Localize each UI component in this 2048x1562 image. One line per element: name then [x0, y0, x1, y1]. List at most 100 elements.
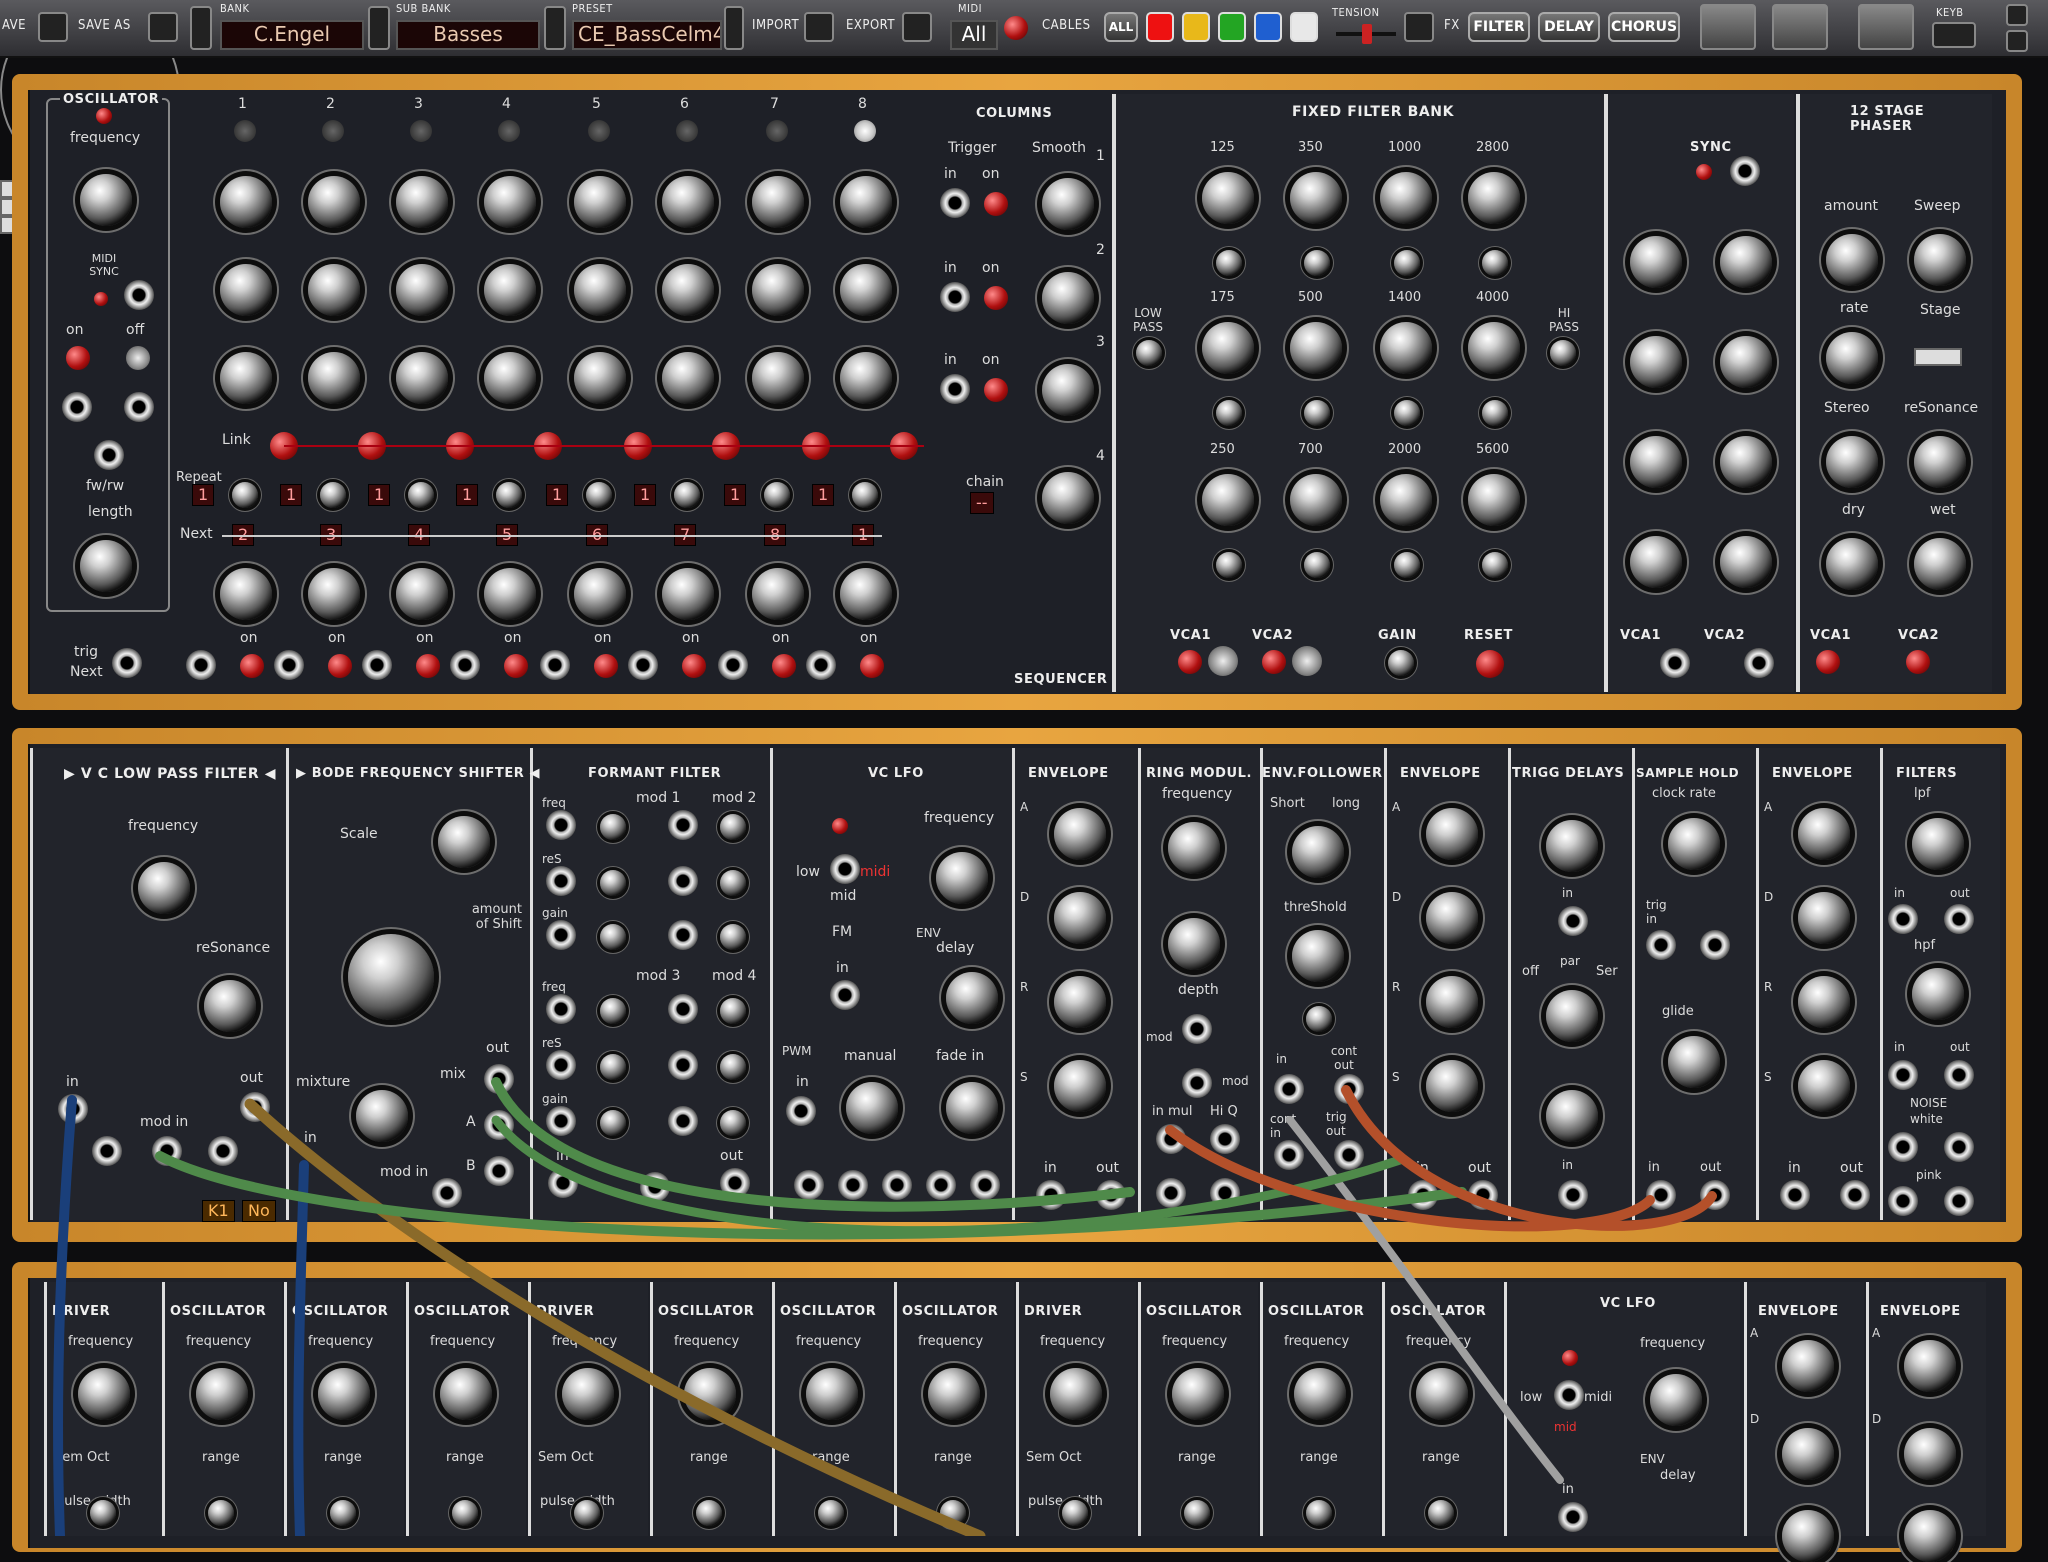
floppy-icon[interactable]: [38, 12, 68, 42]
envelope-3-stage-knob[interactable]: [1798, 892, 1850, 944]
phaser-resonance-knob[interactable]: [1914, 436, 1966, 488]
seq-step-knob[interactable]: [308, 352, 360, 404]
ffb-band-knob[interactable]: [1290, 322, 1342, 374]
envf-speed-knob[interactable]: [1292, 826, 1344, 878]
filters-lpf-out[interactable]: [1944, 904, 1974, 934]
seq-bottom-knob[interactable]: [752, 568, 804, 620]
vclfo-frequency-knob[interactable]: [936, 852, 988, 904]
keyboard-icon[interactable]: [1932, 22, 1976, 48]
formant-out-jack[interactable]: [720, 1168, 750, 1198]
seq-repeat-display[interactable]: 1: [280, 484, 303, 506]
seq-repeat-display[interactable]: 1: [368, 484, 391, 506]
seq-repeat-display[interactable]: 1: [456, 484, 479, 506]
trig-mode-knob[interactable]: [1546, 990, 1598, 1042]
vclp-k1-display[interactable]: K1: [202, 1200, 235, 1222]
ffb-band-fine-knob[interactable]: [1394, 552, 1420, 578]
trig-in-jack[interactable]: [1558, 906, 1588, 936]
bottom-frequency-knob[interactable]: [1172, 1368, 1224, 1420]
formant-jack[interactable]: [546, 1050, 576, 1080]
reset-button[interactable]: [1476, 650, 1504, 678]
phaser-stage-switch[interactable]: [1914, 348, 1962, 366]
bottom-frequency-knob[interactable]: [806, 1368, 858, 1420]
ring-in-jack[interactable]: [1156, 1124, 1186, 1154]
vclfo-wave-jack[interactable]: [838, 1170, 868, 1200]
seq-bottom-knob[interactable]: [574, 568, 626, 620]
phaser-wet-knob[interactable]: [1914, 538, 1966, 590]
chain-display[interactable]: --: [970, 492, 994, 514]
envelope-2-stage-knob[interactable]: [1426, 808, 1478, 860]
seq-on-button[interactable]: [772, 654, 796, 678]
gain-knob[interactable]: [1388, 650, 1414, 676]
envelope-1-stage-knob[interactable]: [1054, 808, 1106, 860]
ring-mod2-jack[interactable]: [1182, 1068, 1212, 1098]
seq-step-knob[interactable]: [484, 264, 536, 316]
bottom-range-knob[interactable]: [696, 1500, 722, 1526]
seq-step-knob[interactable]: [574, 264, 626, 316]
seq-trig-jack[interactable]: [362, 650, 392, 680]
ffb-band-knob[interactable]: [1468, 322, 1520, 374]
delay-fx-button[interactable]: DELAY: [1538, 12, 1600, 42]
formant-knob[interactable]: [600, 1054, 626, 1080]
bottom-env-r-knob[interactable]: [1904, 1510, 1956, 1562]
vclfo-wave-jack[interactable]: [882, 1170, 912, 1200]
formant-knob[interactable]: [720, 1110, 746, 1136]
ffb-band-fine-knob[interactable]: [1304, 400, 1330, 426]
trig-in2-jack[interactable]: [1558, 1180, 1588, 1210]
bottom-vclfo-range-toggle[interactable]: [1554, 1380, 1584, 1410]
sync-knob[interactable]: [1720, 536, 1772, 588]
plus-icon[interactable]: [2006, 30, 2028, 52]
bottom-env-a-knob[interactable]: [1782, 1340, 1834, 1392]
seq-step-knob[interactable]: [840, 352, 892, 404]
formant-jack[interactable]: [546, 920, 576, 950]
formant-jack[interactable]: [546, 810, 576, 840]
seq-bottom-knob[interactable]: [308, 568, 360, 620]
seq-step-knob[interactable]: [752, 352, 804, 404]
bottom-env-r-knob[interactable]: [1782, 1510, 1834, 1562]
formant-knob[interactable]: [720, 814, 746, 840]
osc-on-button[interactable]: [66, 346, 90, 370]
sync-knob[interactable]: [1630, 536, 1682, 588]
seq-repeat-knob[interactable]: [764, 482, 790, 508]
formant-jack[interactable]: [668, 866, 698, 896]
seq-step-knob[interactable]: [662, 176, 714, 228]
envelope-1-out-jack[interactable]: [1096, 1180, 1126, 1210]
ffb-band-knob[interactable]: [1380, 322, 1432, 374]
noise-white-jack[interactable]: [1888, 1132, 1918, 1162]
magnet-icon[interactable]: [1404, 12, 1434, 42]
envelope-3-in-jack[interactable]: [1780, 1180, 1810, 1210]
cable-color-red[interactable]: [1146, 12, 1174, 42]
ring-depth-knob[interactable]: [1168, 918, 1220, 970]
bottom-frequency-knob[interactable]: [318, 1368, 370, 1420]
envelope-2-out-jack[interactable]: [1468, 1180, 1498, 1210]
col-on-button[interactable]: [984, 378, 1008, 402]
bottom-range-knob[interactable]: [90, 1500, 116, 1526]
seq-step-knob[interactable]: [752, 176, 804, 228]
bottom-range-knob[interactable]: [452, 1500, 478, 1526]
seq-step-knob[interactable]: [752, 264, 804, 316]
bottom-range-knob[interactable]: [1062, 1500, 1088, 1526]
envf-trigout-jack[interactable]: [1334, 1140, 1364, 1170]
seq-repeat-display[interactable]: 1: [634, 484, 657, 506]
ffb-band-knob[interactable]: [1202, 474, 1254, 526]
chain-knob[interactable]: [1042, 472, 1094, 524]
chevron-down-icon[interactable]: [190, 6, 212, 50]
phaser-vca1-led[interactable]: [1816, 650, 1840, 674]
vclfo-wave-jack[interactable]: [794, 1170, 824, 1200]
noise-pink-jack-2[interactable]: [1944, 1186, 1974, 1216]
ffb-band-fine-knob[interactable]: [1394, 250, 1420, 276]
cable-color-blue[interactable]: [1254, 12, 1282, 42]
envf-small-knob[interactable]: [1306, 1006, 1332, 1032]
ffb-band-fine-knob[interactable]: [1482, 552, 1508, 578]
bottom-frequency-knob[interactable]: [440, 1368, 492, 1420]
bottom-frequency-knob[interactable]: [684, 1368, 736, 1420]
bottom-frequency-knob[interactable]: [78, 1368, 130, 1420]
trig-delay-knob-1[interactable]: [1546, 820, 1598, 872]
envelope-3-stage-knob[interactable]: [1798, 1060, 1850, 1112]
envf-contin-jack[interactable]: [1274, 1140, 1304, 1170]
vclp-no-display[interactable]: No: [242, 1200, 276, 1222]
cable-color-yellow[interactable]: [1182, 12, 1210, 42]
noise-white-jack-2[interactable]: [1944, 1132, 1974, 1162]
formant-knob[interactable]: [600, 870, 626, 896]
seq-step-knob[interactable]: [574, 176, 626, 228]
seq-step-knob[interactable]: [308, 176, 360, 228]
